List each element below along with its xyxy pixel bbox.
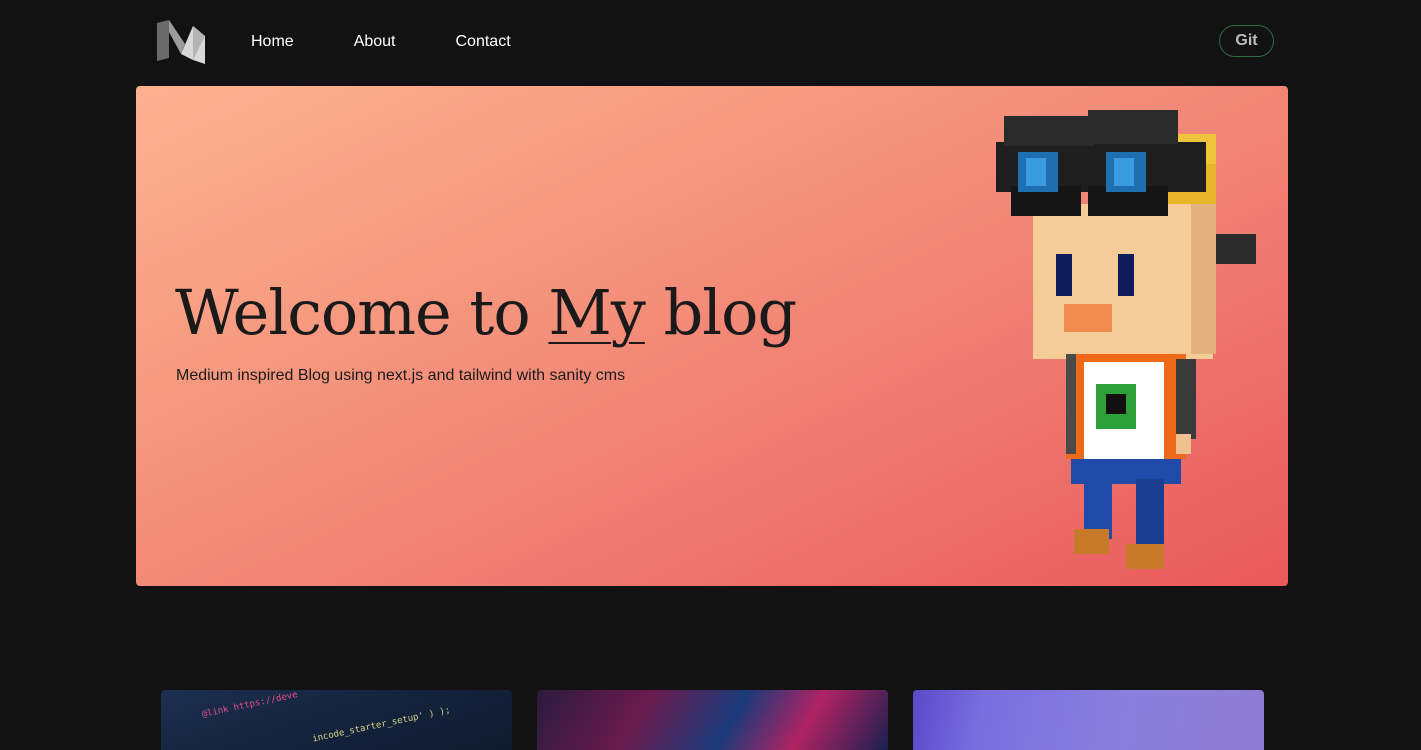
hero-title-suffix: blog [644,276,798,349]
post-card-2-image[interactable] [537,690,888,750]
hero-banner: Welcome to My blog Medium inspired Blog … [136,86,1288,586]
nav-contact-link[interactable]: Contact [456,31,511,53]
code-text-line-1: @link https://deve [201,690,299,721]
post-card-1-image[interactable]: @link https://deve incode_starter_setup'… [161,690,512,750]
hero-title: Welcome to My blog [175,276,798,349]
nav-about-link[interactable]: About [354,31,396,53]
code-text-line-2: incode_starter_setup' ) ); [311,705,452,745]
post-card-3-image[interactable] [913,690,1264,750]
hero-title-prefix: Welcome to [175,276,549,349]
post-cards: @link https://deve incode_starter_setup'… [161,690,1264,750]
nav-home-link[interactable]: Home [251,31,294,53]
voxel-character-illustration [996,110,1256,569]
top-navbar: Home About Contact Git [136,0,1288,84]
git-button[interactable]: Git [1219,25,1274,57]
main-nav: Home About Contact [251,31,571,53]
hero-subtitle: Medium inspired Blog using next.js and t… [176,367,626,384]
hero-title-underlined: My [548,276,646,349]
medium-m-logo-icon[interactable] [155,20,207,64]
